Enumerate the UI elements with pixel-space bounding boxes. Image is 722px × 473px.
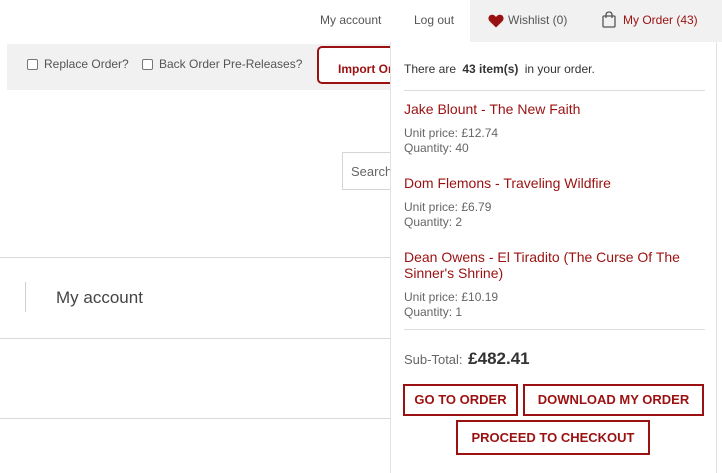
subtotal-value: £482.41 — [468, 349, 530, 368]
download-order-button[interactable]: DOWNLOAD MY ORDER — [523, 384, 704, 416]
divider — [0, 418, 390, 419]
cart-item-title[interactable]: Jake Blount - The New Faith — [404, 101, 694, 117]
cart-summary-suffix: in your order. — [524, 62, 595, 76]
proceed-to-checkout-button[interactable]: PROCEED TO CHECKOUT — [456, 420, 650, 455]
subtotal-label: Sub-Total: — [404, 352, 463, 367]
divider — [0, 257, 390, 258]
heart-icon — [488, 14, 504, 28]
my-account-link[interactable]: My account — [320, 13, 381, 27]
cart-summary-prefix: There are — [404, 62, 457, 76]
wishlist-label: Wishlist (0) — [508, 13, 568, 27]
cart-item-quantity: Quantity: 2 — [404, 215, 463, 229]
my-order-link[interactable]: My Order (43) — [580, 0, 722, 42]
cart-item-unit-price: Unit price: £6.79 — [404, 200, 492, 214]
wishlist-link[interactable]: Wishlist (0) — [470, 0, 580, 42]
replace-order-label: Replace Order? — [44, 57, 129, 71]
cart-item-quantity: Quantity: 1 — [404, 305, 463, 319]
my-order-label: My Order (43) — [623, 13, 698, 27]
title-accent-bar — [25, 282, 26, 312]
divider — [404, 329, 705, 330]
cart-item-unit-price: Unit price: £12.74 — [404, 126, 499, 140]
divider — [404, 90, 705, 91]
back-order-checkbox[interactable] — [142, 58, 153, 70]
cart-summary: There are 43 item(s) in your order. — [404, 62, 595, 76]
back-order-label: Back Order Pre-Releases? — [159, 57, 303, 71]
cart-item-title[interactable]: Dean Owens - El Tiradito (The Curse Of T… — [404, 249, 694, 281]
cart-item-unit-price: Unit price: £10.19 — [404, 290, 499, 304]
replace-order-option[interactable]: Replace Order? — [27, 57, 129, 71]
cart-item-title[interactable]: Dom Flemons - Traveling Wildfire — [404, 175, 694, 191]
top-navigation: My account Log out Wishlist (0) My Order… — [0, 0, 722, 42]
cart-item-count: 43 item(s) — [462, 62, 519, 76]
cart-item-quantity: Quantity: 40 — [404, 141, 469, 155]
shopping-bag-icon — [602, 11, 616, 28]
mini-cart-dropdown: There are 43 item(s) in your order. Jake… — [390, 42, 717, 473]
replace-order-checkbox[interactable] — [27, 58, 38, 70]
back-order-option[interactable]: Back Order Pre-Releases? — [142, 57, 302, 71]
page-title: My account — [56, 288, 143, 307]
divider — [0, 338, 390, 339]
go-to-order-button[interactable]: GO TO ORDER — [403, 384, 518, 416]
order-options-bar: Replace Order? Back Order Pre-Releases? … — [7, 44, 407, 90]
log-out-link[interactable]: Log out — [414, 13, 454, 27]
subtotal: Sub-Total: £482.41 — [404, 349, 530, 369]
